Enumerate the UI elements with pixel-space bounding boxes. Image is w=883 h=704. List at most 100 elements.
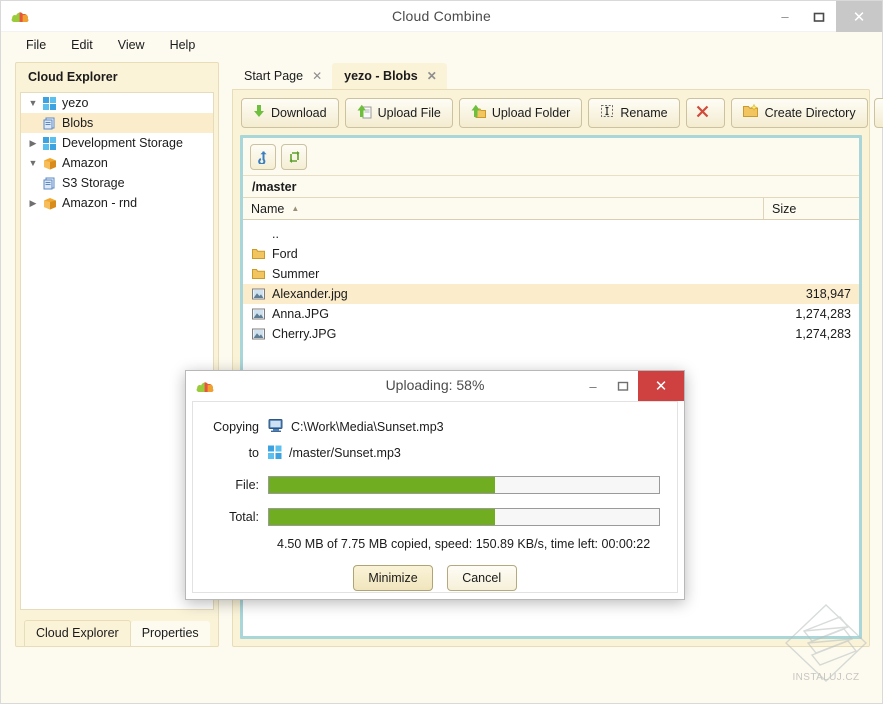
file-list[interactable]: .. Ford xyxy=(243,220,859,344)
file-name: Cherry.JPG xyxy=(272,327,336,341)
upload-file-icon xyxy=(357,104,372,122)
file-name-cell: Summer xyxy=(243,267,764,281)
azure-tiles-icon xyxy=(41,137,58,150)
file-name-cell: Alexander.jpg xyxy=(243,287,764,301)
refresh-button[interactable] xyxy=(281,144,307,170)
menu-item-file[interactable]: File xyxy=(15,35,57,55)
amazon-box-icon xyxy=(41,157,58,170)
delete-button[interactable] xyxy=(686,98,725,128)
tree-item-yezo[interactable]: ▼ yezo xyxy=(21,93,213,113)
tree-item-label: S3 Storage xyxy=(58,176,125,190)
transfer-status-text: 4.50 MB of 7.75 MB copied, speed: 150.89… xyxy=(193,537,677,551)
sort-ascending-icon: ▲ xyxy=(291,204,299,213)
tree-item-amazon[interactable]: ▼ Amazon xyxy=(21,153,213,173)
dialog-close-button[interactable]: ✕ xyxy=(638,371,684,401)
tree-item-blobs[interactable]: Blobs xyxy=(21,113,213,133)
create-directory-button[interactable]: Create Directory xyxy=(731,98,868,128)
table-row[interactable]: Ford xyxy=(243,244,859,264)
menu-item-view[interactable]: View xyxy=(107,35,156,55)
file-size-cell: 318,947 xyxy=(764,287,859,301)
window-minimize-button[interactable]: – xyxy=(768,1,802,32)
file-name: Anna.JPG xyxy=(272,307,329,321)
window-maximize-button[interactable] xyxy=(802,1,836,32)
minimize-button[interactable]: Minimize xyxy=(353,565,432,591)
tree-item-s3-storage[interactable]: S3 Storage xyxy=(21,173,213,193)
file-size-cell: 1,274,283 xyxy=(764,327,859,341)
file-name: Alexander.jpg xyxy=(272,287,348,301)
rename-button[interactable]: Rename xyxy=(588,98,679,128)
dialog-minimize-button[interactable]: – xyxy=(578,371,608,401)
file-toolbar: Download Upload File xyxy=(233,90,869,135)
file-list-header: Name ▲ Size xyxy=(243,198,859,220)
window-close-button[interactable]: ✕ xyxy=(836,1,882,32)
tree-item-amazon-rnd[interactable]: ▶ Amazon - rnd xyxy=(21,193,213,213)
sidebar-tab-properties[interactable]: Properties xyxy=(131,621,210,646)
table-row[interactable]: Alexander.jpg 318,947 xyxy=(243,284,859,304)
tree-item-development-storage[interactable]: ▶ Development Storage xyxy=(21,133,213,153)
tab-label: yezo - Blobs xyxy=(344,69,418,83)
azure-tiles-icon xyxy=(41,97,58,110)
chevron-down-icon[interactable]: ▼ xyxy=(25,98,41,108)
document-tab-strip: Start Page ✕ yezo - Blobs ✕ xyxy=(232,62,870,90)
watermark-text: INSTALUJ.CZ xyxy=(778,672,874,683)
column-header-name[interactable]: Name ▲ xyxy=(243,198,764,219)
copying-label: Copying xyxy=(193,420,268,434)
tree-item-label: Amazon xyxy=(58,156,108,170)
table-row[interactable]: Cherry.JPG 1,274,283 xyxy=(243,324,859,344)
dialog-maximize-button[interactable] xyxy=(608,371,638,401)
dialog-body: Copying C:\Work\Media\Sunset.mp3 to xyxy=(192,401,678,593)
menu-item-help[interactable]: Help xyxy=(159,35,207,55)
total-progress-label: Total: xyxy=(193,510,268,524)
sidebar-tab-cloud-explorer[interactable]: Cloud Explorer xyxy=(24,620,131,646)
tab-start-page[interactable]: Start Page ✕ xyxy=(232,63,332,90)
total-progress-fill xyxy=(269,509,495,525)
upload-folder-button[interactable]: Upload Folder xyxy=(459,98,583,128)
close-icon[interactable]: ✕ xyxy=(427,69,437,83)
source-path: C:\Work\Media\Sunset.mp3 xyxy=(291,420,444,434)
current-path: /master xyxy=(243,176,859,198)
copying-source-row: Copying C:\Work\Media\Sunset.mp3 xyxy=(193,414,677,440)
file-name-cell: Anna.JPG xyxy=(243,307,764,321)
menu-item-edit[interactable]: Edit xyxy=(60,35,104,55)
column-label: Size xyxy=(772,202,796,216)
up-one-level-button[interactable] xyxy=(250,144,276,170)
cancel-button[interactable]: Cancel xyxy=(447,565,517,591)
file-progress-bar xyxy=(268,476,660,494)
tree-item-label: Amazon - rnd xyxy=(58,196,137,210)
close-icon[interactable]: ✕ xyxy=(312,69,322,83)
table-row[interactable]: Summer xyxy=(243,264,859,284)
computer-icon xyxy=(268,418,284,436)
file-name: Ford xyxy=(272,247,298,261)
download-arrow-icon xyxy=(253,104,265,121)
total-progress-bar xyxy=(268,508,660,526)
tree-item-label: yezo xyxy=(58,96,88,110)
upload-file-button[interactable]: Upload File xyxy=(345,98,453,128)
tab-label: Start Page xyxy=(244,69,303,83)
column-label: Name xyxy=(251,202,284,216)
chevron-right-icon[interactable]: ▶ xyxy=(25,138,41,149)
column-header-size[interactable]: Size xyxy=(764,198,859,219)
panel-title: Cloud Explorer xyxy=(16,63,218,90)
title-bar: Cloud Combine – ✕ xyxy=(1,1,882,32)
upload-folder-icon xyxy=(471,104,486,122)
button-label: Upload Folder xyxy=(492,106,571,120)
button-label: Upload File xyxy=(378,106,441,120)
tree-item-label: Blobs xyxy=(58,116,93,130)
file-progress-row: File: xyxy=(193,472,677,498)
button-label: Create Directory xyxy=(765,106,856,120)
file-name-cell: Cherry.JPG xyxy=(243,327,764,341)
chevron-right-icon[interactable]: ▶ xyxy=(25,198,41,209)
file-name-cell: Ford xyxy=(243,247,764,261)
file-name: .. xyxy=(272,227,279,241)
list-view-toggle-button[interactable] xyxy=(874,98,883,128)
chevron-down-icon[interactable]: ▼ xyxy=(25,158,41,168)
image-file-icon xyxy=(251,327,266,341)
download-button[interactable]: Download xyxy=(241,98,339,128)
folder-icon xyxy=(251,247,266,261)
table-row[interactable]: Anna.JPG 1,274,283 xyxy=(243,304,859,324)
amazon-box-icon xyxy=(41,197,58,210)
tab-yezo-blobs[interactable]: yezo - Blobs ✕ xyxy=(332,63,447,90)
delete-x-icon xyxy=(695,104,710,122)
new-folder-icon xyxy=(743,104,759,121)
table-row[interactable]: .. xyxy=(243,224,859,244)
